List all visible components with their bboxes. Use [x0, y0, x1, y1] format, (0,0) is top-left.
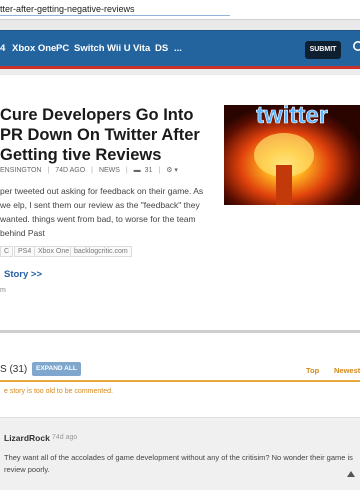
nav-item-pc[interactable]: PC: [56, 43, 69, 54]
url-text: tter-after-getting-negative-reviews: [0, 4, 135, 14]
sort-top-tab[interactable]: Top: [306, 366, 319, 375]
read-story-link[interactable]: Story >>: [4, 269, 42, 280]
article-author[interactable]: ENSINGTON: [0, 167, 42, 174]
nav-item-ps4[interactable]: 4: [0, 43, 5, 54]
meta-separator: |: [158, 167, 161, 174]
tag-xbox-one[interactable]: Xbox One: [34, 246, 74, 257]
toolbar-gap: [0, 20, 360, 30]
tag-source[interactable]: backlogcritic.com: [70, 246, 132, 257]
meta-separator: |: [125, 167, 128, 174]
comment-time: 74d ago: [52, 434, 78, 441]
expand-all-button[interactable]: EXPAND ALL: [32, 362, 81, 376]
article-card: Cure Developers Go Into PR Down On Twitt…: [0, 75, 360, 330]
article-comment-count[interactable]: 31: [145, 167, 153, 174]
comments-header: S (31): [0, 364, 28, 375]
comments-accent-line: [0, 380, 360, 382]
submit-button[interactable]: SUBMIT: [305, 41, 341, 59]
tag-ps4[interactable]: PS4: [14, 246, 36, 257]
tag-pc[interactable]: C: [0, 246, 14, 257]
nav-item-more[interactable]: ...: [174, 43, 182, 54]
address-bar[interactable]: tter-after-getting-negative-reviews: [0, 0, 360, 20]
story-source: m: [0, 287, 6, 294]
article-meta: ENSINGTON | 74D AGO | NEWS | ▬ 31 | ⚙ ▾: [0, 166, 182, 174]
comment-text: They want all of the accolades of game d…: [4, 453, 353, 474]
article-excerpt: per tweeted out asking for feedback on t…: [0, 186, 204, 238]
meta-separator: |: [47, 167, 50, 174]
nav-item-xbox-one[interactable]: Xbox One: [12, 43, 56, 54]
article-age: 74D AGO: [55, 167, 86, 174]
url-underline: [0, 15, 230, 16]
comment-username[interactable]: LizardRock: [4, 433, 50, 443]
comments-closed-notice: e story is too old to be commented.: [4, 388, 113, 395]
nav-item-vita[interactable]: Vita: [133, 43, 150, 54]
meta-separator: |: [91, 167, 93, 174]
top-nav: 4 Xbox One PC Switch Wii U Vita DS ... S…: [0, 30, 360, 66]
article-category[interactable]: NEWS: [99, 167, 120, 174]
search-icon[interactable]: [352, 40, 360, 54]
nav-item-switch[interactable]: Switch: [74, 43, 105, 54]
nav-item-wii-u[interactable]: Wii U: [107, 43, 131, 54]
comments-section: S (31) EXPAND ALL Top Newest e story is …: [0, 333, 360, 490]
nav-accent-line: [0, 66, 360, 69]
nav-item-ds[interactable]: DS: [155, 43, 168, 54]
settings-dropdown-icon[interactable]: ⚙ ▾: [166, 167, 178, 174]
comment-icon: ▬: [133, 167, 141, 174]
article-title[interactable]: Cure Developers Go Into PR Down On Twitt…: [0, 105, 215, 165]
collapse-arrow-icon[interactable]: [347, 470, 355, 478]
article-thumbnail[interactable]: twitter: [224, 105, 360, 205]
comment-item: LizardRock 74d ago They want all of the …: [0, 417, 360, 490]
sort-newest-tab[interactable]: Newest: [334, 366, 360, 375]
thumbnail-text: twitter: [256, 105, 328, 129]
